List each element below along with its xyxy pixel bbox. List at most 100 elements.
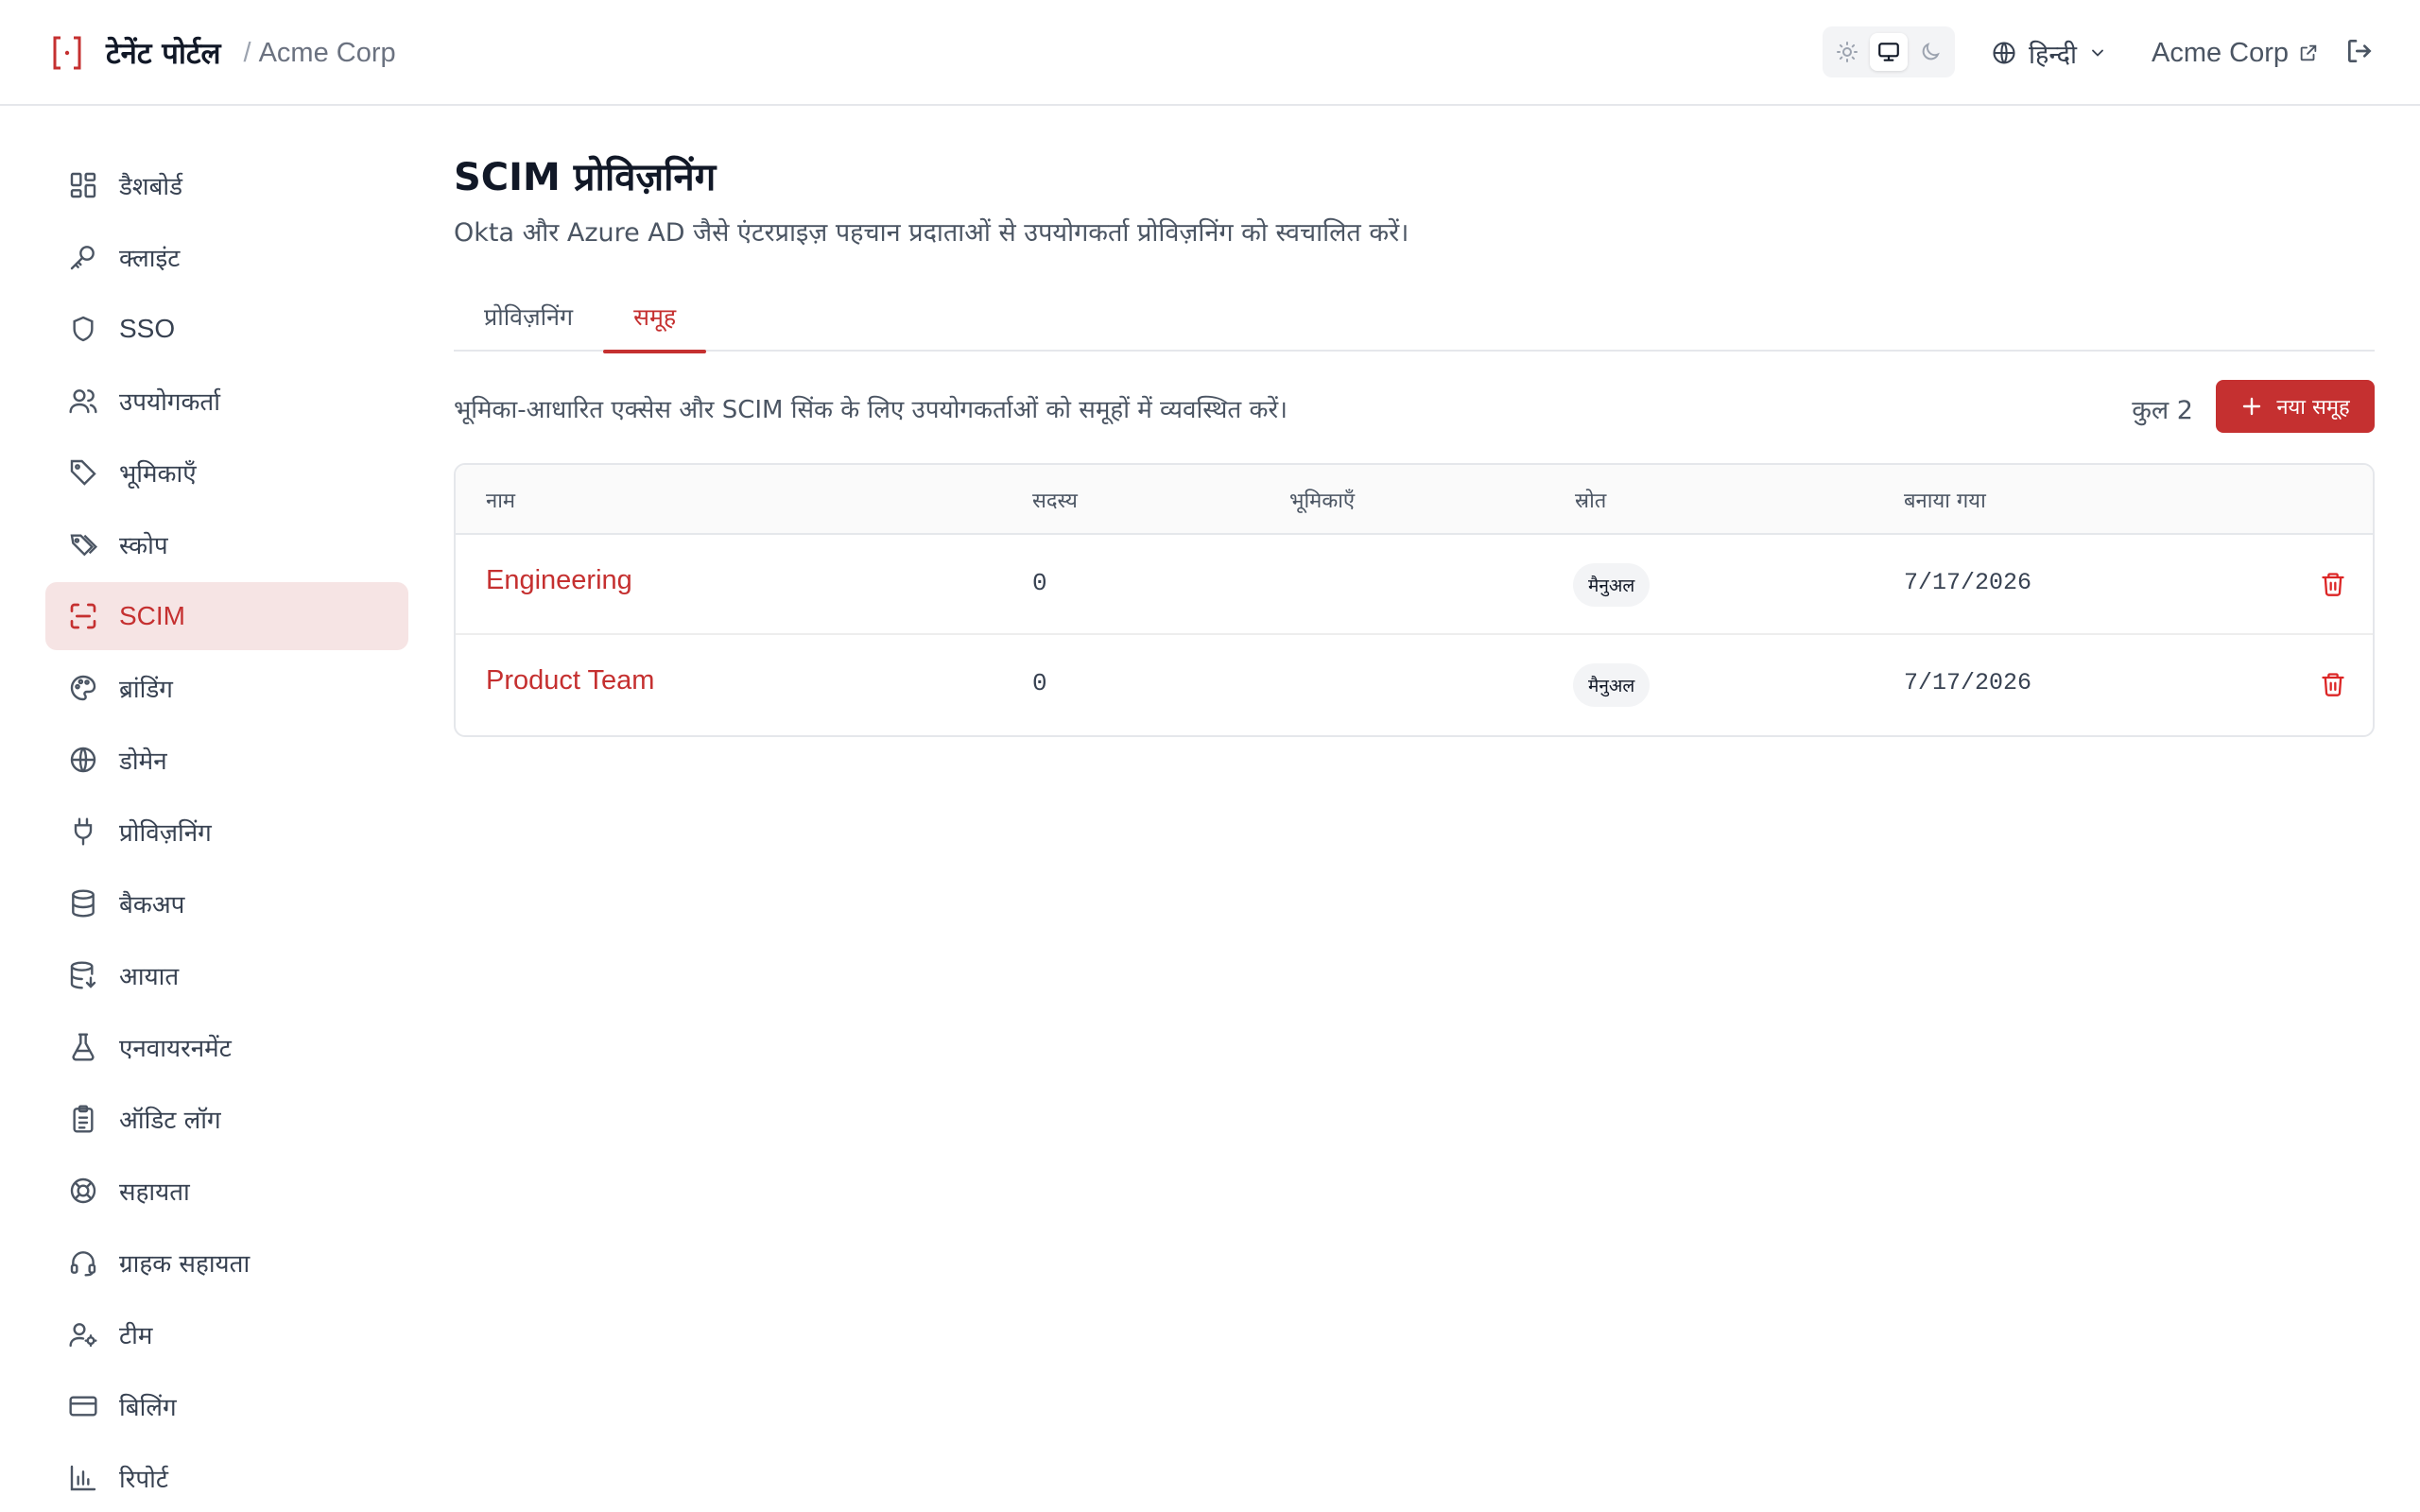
sidebar-item-label: बिलिंग bbox=[119, 1394, 177, 1422]
tag-icon bbox=[70, 459, 96, 486]
sidebar-item-branding[interactable]: ब्रांडिंग bbox=[45, 654, 408, 722]
sidebar-item-label: ऑडिट लॉग bbox=[119, 1107, 221, 1135]
column-source[interactable]: स्रोत bbox=[1575, 486, 1606, 514]
tab-bar: प्रोविज़निंग समूह bbox=[454, 282, 2375, 353]
group-created-date: 7/17/2026 bbox=[1904, 569, 2032, 596]
sidebar-item-roles[interactable]: भूमिकाएँ bbox=[45, 438, 408, 507]
group-created-date: 7/17/2026 bbox=[1904, 669, 2032, 696]
sidebar-item-scim[interactable]: SCIM bbox=[45, 582, 408, 650]
language-selector[interactable]: हिन्दी bbox=[1991, 34, 2107, 72]
shield-icon bbox=[73, 316, 94, 342]
delete-group-button[interactable] bbox=[2320, 671, 2346, 697]
sidebar-item-label: SCIM bbox=[119, 601, 185, 630]
tenant-external-link[interactable]: Acme Corp bbox=[2152, 32, 2319, 74]
sidebar-item-audit-log[interactable]: ऑडिट लॉग bbox=[45, 1085, 408, 1153]
monitor-icon bbox=[1878, 43, 1899, 61]
groups-toolbar: भूमिका-आधारित एक्सेस और SCIM सिंक के लिए… bbox=[454, 380, 2375, 433]
sidebar-item-label: ब्रांडिंग bbox=[119, 676, 173, 704]
sidebar-item-label: ग्राहक सहायता bbox=[119, 1250, 251, 1279]
total-count: कुल 2 bbox=[2132, 396, 2193, 425]
sidebar-item-team[interactable]: टीम bbox=[45, 1300, 408, 1368]
sidebar-item-domains[interactable]: डोमेन bbox=[45, 726, 408, 794]
table-row[interactable]: Engineering 0 मैनुअल 7/17/2026 bbox=[456, 535, 2373, 635]
table-row[interactable]: Product Team 0 मैनुअल 7/17/2026 bbox=[456, 635, 2373, 735]
delete-group-button[interactable] bbox=[2320, 571, 2346, 597]
sidebar-item-label: प्रोविज़निंग bbox=[119, 819, 212, 848]
dashboard-icon bbox=[70, 172, 96, 198]
logout-button[interactable] bbox=[2344, 36, 2375, 66]
sidebar-item-label: उपयोगकर्ता bbox=[119, 388, 220, 417]
plus-icon bbox=[2243, 397, 2261, 416]
top-header: टेनेंट पोर्टल / Acme Corp हिन्दी Acme Co… bbox=[0, 0, 2420, 106]
breadcrumb-tenant: Acme Corp bbox=[258, 37, 396, 68]
sun-icon bbox=[1837, 42, 1858, 62]
globe-icon bbox=[70, 747, 96, 773]
column-members[interactable]: सदस्य bbox=[1032, 486, 1078, 514]
sidebar-item-label: रिपोर्ट bbox=[119, 1466, 168, 1494]
database-import-icon bbox=[70, 961, 96, 989]
source-badge: मैनुअल bbox=[1573, 563, 1651, 607]
sidebar-item-scopes[interactable]: स्कोप bbox=[45, 510, 408, 578]
tenant-link-label: Acme Corp bbox=[2152, 37, 2290, 68]
trash-icon bbox=[2322, 673, 2344, 696]
theme-light-button[interactable] bbox=[1828, 33, 1866, 71]
sidebar-item-provisioning[interactable]: प्रोविज़निंग bbox=[45, 798, 408, 866]
moon-icon bbox=[1922, 43, 1940, 60]
external-link-icon bbox=[2300, 44, 2317, 61]
key-icon bbox=[70, 246, 95, 270]
language-label: हिन्दी bbox=[2029, 40, 2078, 70]
column-roles[interactable]: भूमिकाएँ bbox=[1289, 486, 1355, 514]
sidebar-item-import[interactable]: आयात bbox=[45, 941, 408, 1009]
sidebar-item-backup[interactable]: बैकअप bbox=[45, 869, 408, 937]
column-name[interactable]: नाम bbox=[486, 486, 515, 514]
sidebar-item-label: डोमेन bbox=[119, 747, 167, 776]
tab-provisioning[interactable]: प्रोविज़निंग bbox=[454, 282, 603, 352]
sidebar-item-dashboard[interactable]: डैशबोर्ड bbox=[45, 151, 408, 219]
user-cog-icon bbox=[69, 1323, 97, 1348]
palette-icon bbox=[70, 675, 96, 701]
sidebar-item-reports[interactable]: रिपोर्ट bbox=[45, 1444, 408, 1512]
sidebar-item-environments[interactable]: एनवायरनमेंट bbox=[45, 1013, 408, 1081]
column-created[interactable]: बनाया गया bbox=[1904, 486, 1986, 514]
sidebar-item-label: भूमिकाएँ bbox=[119, 460, 197, 489]
page-subtitle: Okta और Azure AD जैसे एंटरप्राइज़ पहचान … bbox=[454, 218, 1409, 248]
users-icon bbox=[69, 389, 97, 414]
sidebar-item-label: डैशबोर्ड bbox=[119, 173, 183, 201]
sidebar-item-users[interactable]: उपयोगकर्ता bbox=[45, 367, 408, 435]
main-content: SCIM प्रोविज़निंग Okta और Azure AD जैसे … bbox=[454, 151, 2375, 737]
theme-system-button[interactable] bbox=[1870, 33, 1908, 71]
plug-icon bbox=[74, 817, 93, 846]
sidebar-item-clients[interactable]: क्लाइंट bbox=[45, 223, 408, 291]
brand-logo-icon bbox=[53, 36, 81, 70]
page-title: SCIM प्रोविज़निंग bbox=[454, 156, 717, 199]
group-members: 0 bbox=[1032, 569, 1047, 597]
sidebar-item-help[interactable]: सहायता bbox=[45, 1157, 408, 1225]
group-name-link[interactable]: Product Team bbox=[486, 665, 654, 696]
sidebar-item-label: एनवायरनमेंट bbox=[119, 1035, 232, 1063]
sidebar-item-label: SSO bbox=[119, 314, 176, 343]
group-name-link[interactable]: Engineering bbox=[486, 565, 632, 596]
sidebar-item-customer-support[interactable]: ग्राहक सहायता bbox=[45, 1228, 408, 1297]
table-header: नाम सदस्य भूमिकाएँ स्रोत बनाया गया bbox=[456, 465, 2373, 535]
trash-icon bbox=[2322, 573, 2344, 596]
globe-icon bbox=[1993, 42, 2015, 64]
lifebuoy-icon bbox=[70, 1177, 96, 1204]
theme-toggle bbox=[1823, 26, 1955, 77]
sidebar-item-label: टीम bbox=[119, 1322, 153, 1350]
sidebar-item-sso[interactable]: SSO bbox=[45, 295, 408, 363]
logout-icon bbox=[2348, 40, 2372, 62]
flask-icon bbox=[72, 1033, 95, 1061]
chevron-down-icon bbox=[2092, 49, 2103, 57]
theme-dark-button[interactable] bbox=[1911, 33, 1949, 71]
brand[interactable]: टेनेंट पोर्टल / Acme Corp bbox=[51, 28, 396, 77]
sidebar-item-billing[interactable]: बिलिंग bbox=[45, 1372, 408, 1440]
tab-groups[interactable]: समूह bbox=[603, 282, 707, 353]
groups-table: नाम सदस्य भूमिकाएँ स्रोत बनाया गया Engin… bbox=[454, 463, 2375, 737]
sidebar-item-label: सहायता bbox=[119, 1178, 190, 1207]
bar-chart-icon bbox=[70, 1465, 96, 1491]
new-group-button[interactable]: नया समूह bbox=[2216, 380, 2375, 433]
breadcrumb-separator: / bbox=[243, 37, 251, 68]
sidebar-item-label: स्कोप bbox=[119, 532, 168, 560]
groups-description: भूमिका-आधारित एक्सेस और SCIM सिंक के लिए… bbox=[454, 396, 1288, 424]
headset-icon bbox=[70, 1251, 96, 1277]
